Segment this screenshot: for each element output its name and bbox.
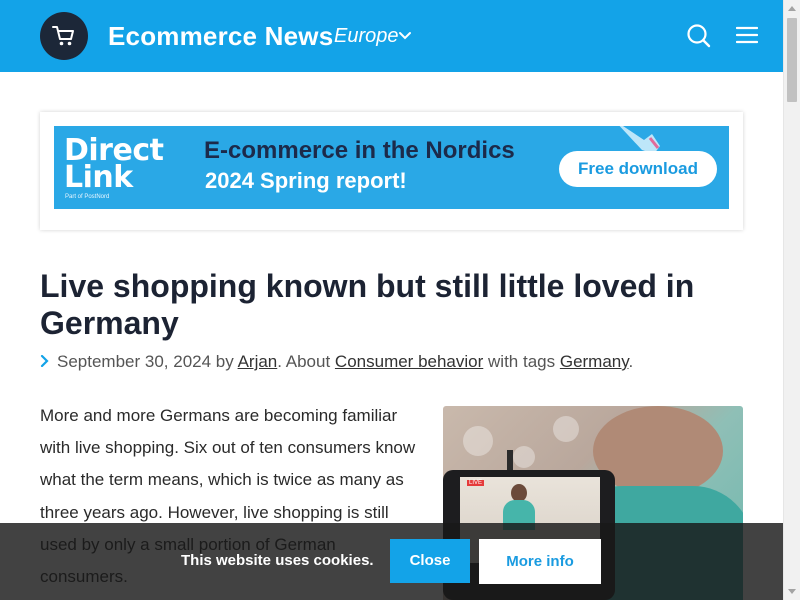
menu-icon[interactable] xyxy=(736,26,758,44)
scroll-up-arrow-icon[interactable] xyxy=(788,6,796,11)
meta-by: by xyxy=(215,352,234,371)
ad-banner[interactable]: Direct Link Part of PostNord E-commerce … xyxy=(54,126,729,209)
chevron-down-icon[interactable] xyxy=(398,31,412,41)
cookie-message: This website uses cookies. xyxy=(181,552,374,569)
ad-subline: 2024 Spring report! xyxy=(205,168,407,193)
free-download-button[interactable]: Free download xyxy=(559,151,717,187)
site-logo[interactable] xyxy=(40,12,88,60)
article-meta: September 30, 2024 by Arjan. About Consu… xyxy=(40,352,633,372)
scroll-thumb[interactable] xyxy=(787,18,797,102)
tag-link[interactable]: Germany xyxy=(560,352,629,371)
meta-about: . About xyxy=(277,352,331,371)
ad-logo-line2: Link xyxy=(64,160,133,195)
cookie-more-info-button[interactable]: More info xyxy=(479,539,601,584)
cart-icon xyxy=(52,26,74,46)
search-icon[interactable] xyxy=(686,23,712,49)
category-link[interactable]: Consumer behavior xyxy=(335,352,483,371)
chevron-right-icon xyxy=(40,355,49,367)
author-link[interactable]: Arjan xyxy=(238,352,278,371)
meta-with-tags: with tags xyxy=(488,352,556,371)
meta-end: . xyxy=(628,352,634,371)
scroll-down-arrow-icon[interactable] xyxy=(788,589,796,594)
ad-card: Direct Link Part of PostNord E-commerce … xyxy=(40,112,743,230)
cookie-close-button[interactable]: Close xyxy=(390,539,470,583)
article-title: Live shopping known but still little lov… xyxy=(40,268,695,341)
ad-headline: E-commerce in the Nordics xyxy=(204,137,515,164)
article-date: September 30, 2024 xyxy=(57,352,212,371)
region-selector[interactable]: Europe xyxy=(334,25,399,48)
page-scrollbar[interactable] xyxy=(783,0,800,600)
cookie-banner: This website uses cookies. Close More in… xyxy=(0,523,783,600)
site-title[interactable]: Ecommerce News xyxy=(108,21,333,52)
live-badge: LIVE xyxy=(467,480,485,486)
ad-logo-sub: Part of PostNord xyxy=(65,194,110,200)
site-header: Ecommerce News Europe xyxy=(0,0,783,72)
